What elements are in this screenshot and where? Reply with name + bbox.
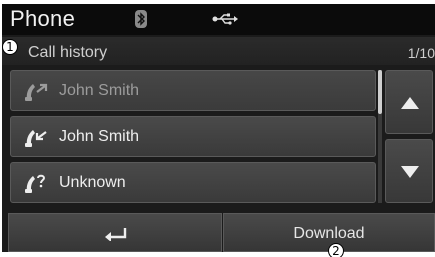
page-count: 1/10 <box>407 45 435 61</box>
scrollbar[interactable] <box>378 70 382 203</box>
download-label: Download <box>293 225 365 242</box>
section-title: Call history <box>28 44 108 61</box>
missed-call-icon <box>25 174 46 193</box>
call-list-item[interactable]: John Smith <box>10 70 376 111</box>
contact-name: John Smith <box>59 82 140 99</box>
status-bar: Phone <box>2 4 435 35</box>
call-list-item[interactable]: Unknown <box>10 162 376 203</box>
scroll-down-button[interactable] <box>385 139 433 203</box>
call-list-item[interactable]: John Smith <box>10 116 376 157</box>
back-button[interactable] <box>8 213 222 252</box>
scroll-up-button[interactable] <box>385 70 433 134</box>
usb-icon <box>212 13 238 25</box>
callout-marker: 1 <box>2 39 18 55</box>
contact-name: John Smith <box>59 128 140 145</box>
arrow-up-icon <box>401 97 419 109</box>
phone-screen: Phone Call history 1/10 John Smith John … <box>2 4 435 252</box>
outgoing-call-icon <box>25 83 48 101</box>
bluetooth-icon <box>135 10 147 28</box>
arrow-down-icon <box>401 166 419 178</box>
callout-marker: 2 <box>328 243 344 257</box>
back-icon <box>105 228 127 241</box>
scrollbar-thumb[interactable] <box>378 70 382 114</box>
incoming-call-icon <box>25 130 47 147</box>
contact-name: Unknown <box>59 174 126 191</box>
app-title: Phone <box>10 6 76 31</box>
